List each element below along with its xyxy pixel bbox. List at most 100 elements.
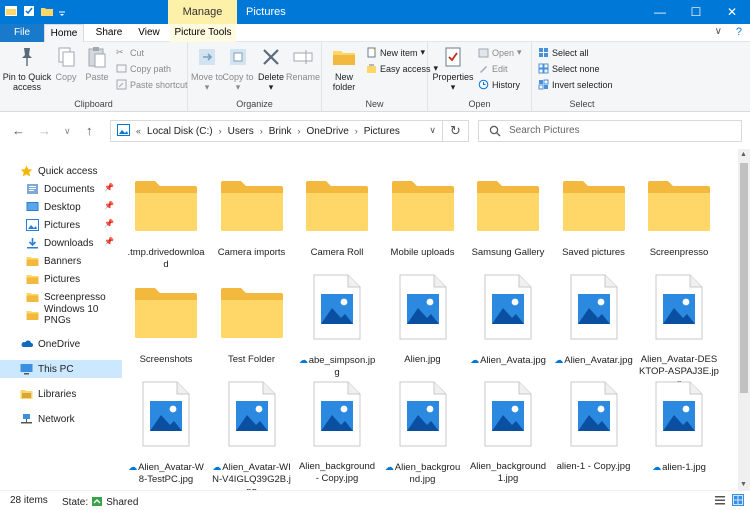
crumb-separator-icon[interactable]: ›	[298, 126, 301, 136]
details-view-icon[interactable]	[714, 494, 726, 506]
maximize-button[interactable]: ☐	[678, 0, 714, 24]
folder-item[interactable]: Samsung Gallery	[468, 163, 548, 271]
nav-windows-10-pngs-label: Windows 10 PNGs	[44, 304, 99, 326]
new-folder-button[interactable]: New folder	[326, 45, 362, 92]
image-file-item[interactable]: ☁Alien_Avata.jpg	[468, 270, 548, 378]
scroll-down-arrow-icon[interactable]: ▼	[740, 481, 747, 488]
image-file-item[interactable]: ☁abe_simpson.jpg	[297, 270, 377, 378]
nav-onedrive[interactable]: OneDrive	[0, 335, 122, 353]
nav-desktop[interactable]: Desktop 📌	[0, 198, 122, 216]
cut-button[interactable]: ✂ Cut	[116, 47, 144, 58]
minimize-button[interactable]: —	[642, 0, 678, 24]
select-all-button[interactable]: Select all	[538, 47, 589, 58]
folder-item[interactable]: Camera imports	[212, 163, 292, 271]
nav-pictures-pinned[interactable]: Pictures 📌	[0, 216, 122, 234]
folder-item[interactable]: Camera Roll	[297, 163, 377, 271]
properties-button[interactable]: Properties ▾	[432, 45, 474, 92]
crumb-separator-icon[interactable]: ›	[260, 126, 263, 136]
refresh-button[interactable]: ↻	[443, 120, 469, 142]
folder-item[interactable]: Screenpresso	[639, 163, 719, 271]
move-to-button[interactable]: Move to ▾	[191, 45, 223, 92]
image-file-item[interactable]: ☁Alien_background.jpg	[383, 377, 463, 485]
address-dropdown-icon[interactable]: ∨	[429, 125, 436, 136]
scroll-thumb[interactable]	[740, 163, 748, 393]
image-file-item[interactable]: Alien_background - Copy.jpg	[297, 377, 377, 485]
image-file-item[interactable]: Alien_Avatar-DESKTOP-ASPAJ3E.jpg	[639, 270, 719, 389]
select-none-button[interactable]: Select none	[538, 63, 600, 74]
folder-icon	[561, 179, 627, 236]
nav-this-pc[interactable]: This PC	[0, 360, 122, 378]
image-file-item[interactable]: alien-1 - Copy.jpg	[554, 377, 634, 485]
crumb-onedrive[interactable]: OneDrive	[307, 126, 349, 137]
copy-to-button[interactable]: Copy to ▾	[222, 45, 254, 92]
crumb-local-disk[interactable]: Local Disk (C:)	[147, 126, 213, 137]
explorer-app-icon[interactable]	[4, 4, 18, 18]
vertical-scrollbar[interactable]: ▲ ▼	[738, 149, 750, 490]
nav-quick-access[interactable]: Quick access	[0, 162, 122, 180]
image-file-item[interactable]: ☁alien-1.jpg	[639, 377, 719, 485]
nav-network[interactable]: Network	[0, 410, 122, 428]
properties-check-icon[interactable]	[22, 4, 36, 18]
crumb-brink[interactable]: Brink	[269, 126, 292, 137]
forward-arrow-icon[interactable]: →	[38, 123, 51, 138]
crumb-separator-icon[interactable]: ›	[219, 126, 222, 136]
crumb-separator-icon[interactable]: ›	[355, 126, 358, 136]
help-icon[interactable]: ?	[736, 26, 742, 38]
file-name-label: Saved pictures	[554, 247, 634, 259]
nav-pictures-folder[interactable]: Pictures	[0, 270, 122, 288]
copy-path-button[interactable]: Copy path	[116, 63, 171, 74]
copy-button[interactable]: Copy	[52, 45, 80, 82]
nav-banners[interactable]: Banners	[0, 252, 122, 270]
search-box[interactable]: Search Pictures	[478, 120, 742, 142]
breadcrumb-overflow-icon[interactable]: «	[136, 126, 141, 136]
paste-button[interactable]: Paste	[82, 45, 112, 82]
close-button[interactable]: ✕	[714, 0, 750, 24]
folder-item[interactable]: Mobile uploads	[383, 163, 463, 271]
image-file-item[interactable]: ☁Alien_Avatar-WIN-V4IGLQ39G2B.jpg	[212, 377, 292, 490]
copy-label: Copy	[55, 72, 77, 82]
nav-documents[interactable]: Documents 📌	[0, 180, 122, 198]
recent-locations-chevron-icon[interactable]: ∨	[64, 126, 71, 137]
tab-share[interactable]: Share	[90, 24, 128, 42]
image-file-item[interactable]: ☁Alien_Avatar-W8-TestPC.jpg	[126, 377, 206, 485]
folder-item[interactable]: .tmp.drivedownload	[126, 163, 206, 271]
ribbon-collapse-chevron-icon[interactable]: ∨	[715, 26, 722, 37]
tab-home[interactable]: Home	[44, 24, 84, 42]
tab-file[interactable]: File	[0, 24, 44, 42]
back-arrow-icon[interactable]: ←	[12, 123, 25, 138]
new-item-button[interactable]: New item ▾	[366, 47, 425, 58]
up-arrow-icon[interactable]: ↑	[86, 123, 93, 138]
nav-windows-10-pngs[interactable]: Windows 10 PNGs	[0, 304, 122, 326]
image-file-item[interactable]: Alien.jpg	[383, 270, 463, 378]
paste-label: Paste	[85, 72, 109, 82]
organize-group: Move to ▾ Copy to ▾ Delete ▾ Rename Organiz…	[188, 42, 322, 112]
open-button[interactable]: Open ▾	[478, 47, 522, 58]
nav-downloads[interactable]: Downloads 📌	[0, 234, 122, 252]
address-bar[interactable]: « Local Disk (C:) › Users › Brink › OneDriv…	[110, 120, 443, 142]
image-file-item[interactable]: ☁Alien_Avatar.jpg	[554, 270, 634, 378]
crumb-users[interactable]: Users	[228, 126, 254, 137]
history-button[interactable]: History	[478, 79, 520, 90]
invert-selection-button[interactable]: Invert selection	[538, 79, 613, 90]
new-folder-qa-icon[interactable]	[40, 4, 54, 18]
edit-button[interactable]: Edit	[478, 63, 508, 74]
rename-button[interactable]: Rename	[286, 45, 320, 82]
nav-pictures-folder-label: Pictures	[44, 273, 81, 285]
new-folder-icon	[333, 51, 355, 65]
crumb-pictures[interactable]: Pictures	[364, 126, 400, 137]
tab-view[interactable]: View	[132, 24, 166, 42]
customize-qa-dropdown-icon[interactable]	[58, 4, 66, 18]
image-file-item[interactable]: Alien_background1.jpg	[468, 377, 548, 485]
tab-picture-tools[interactable]: Picture Tools	[170, 24, 236, 42]
file-name-label: ☁abe_simpson.jpg	[297, 354, 377, 379]
delete-button[interactable]: Delete ▾	[256, 45, 286, 92]
pin-to-quick-access-button[interactable]: Pin to Quick access	[2, 45, 52, 92]
folder-item[interactable]: Saved pictures	[554, 163, 634, 271]
manage-contextual-tab[interactable]: Manage	[168, 0, 237, 24]
folder-item[interactable]: Test Folder	[212, 270, 292, 378]
paste-shortcut-button[interactable]: Paste shortcut	[116, 79, 188, 90]
nav-libraries[interactable]: Libraries	[0, 385, 122, 403]
large-icons-view-icon[interactable]	[732, 494, 744, 506]
scroll-up-arrow-icon[interactable]: ▲	[740, 151, 747, 158]
folder-item[interactable]: Screenshots	[126, 270, 206, 378]
